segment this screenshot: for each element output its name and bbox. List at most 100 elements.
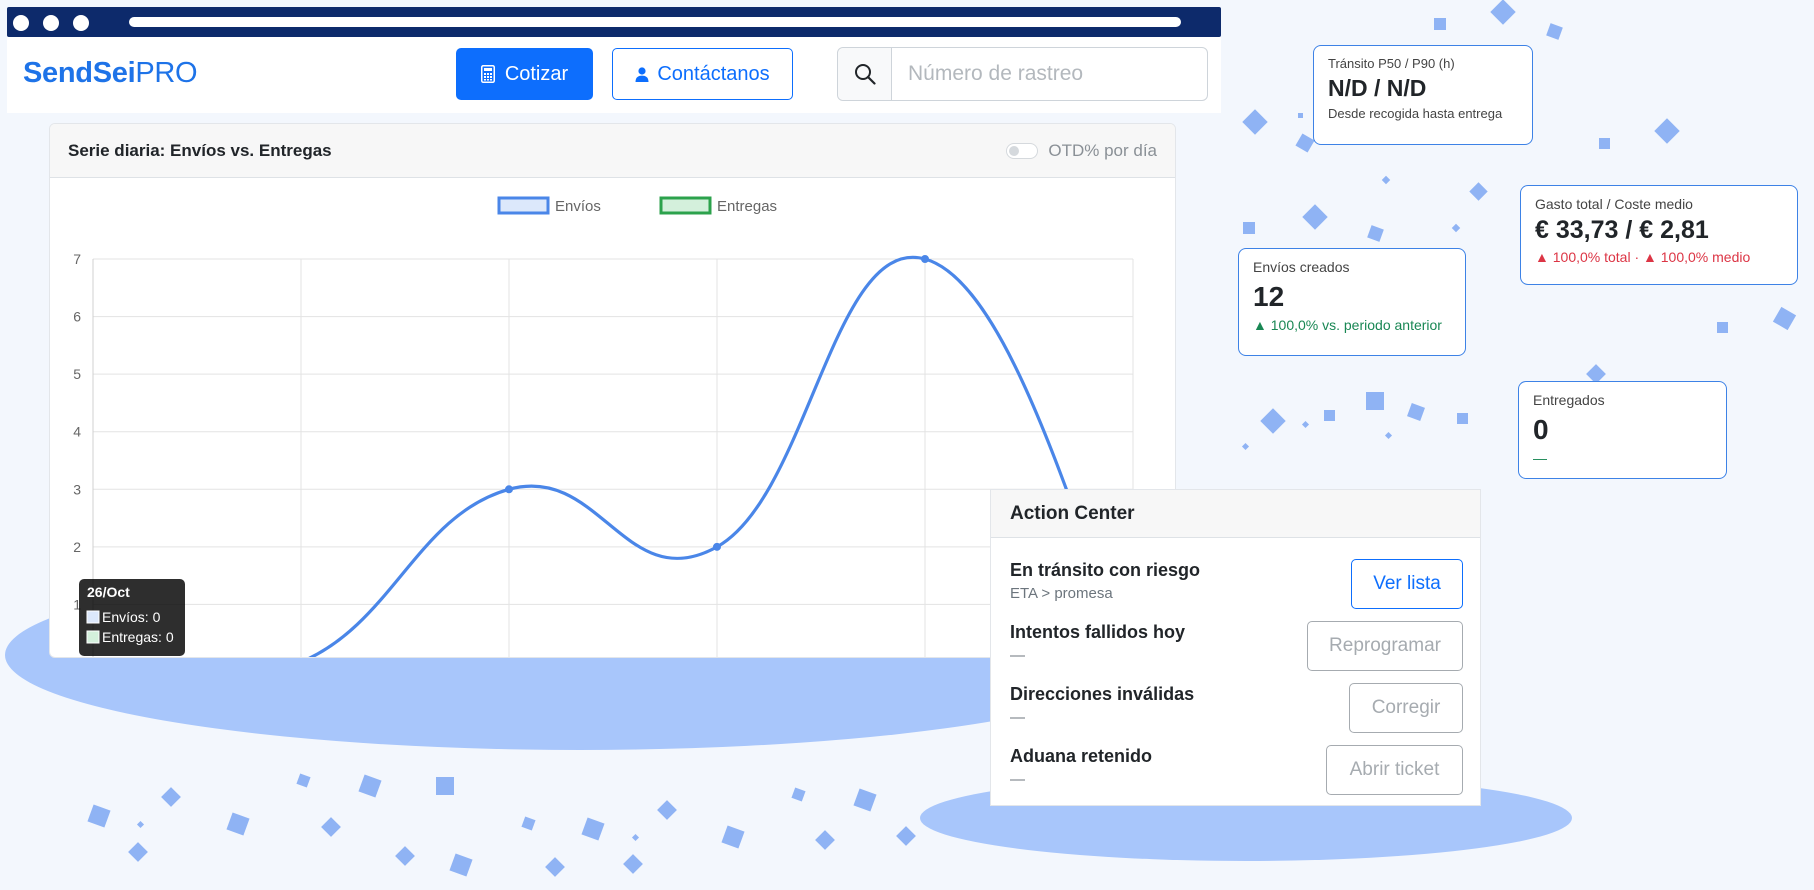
search-icon[interactable] <box>838 48 892 100</box>
browser-title-bar <box>7 7 1221 37</box>
legend-label-entregas: Entregas <box>717 198 777 215</box>
decorative-square <box>1324 410 1335 421</box>
brand-name-bold: SendSei <box>23 57 136 89</box>
fix-button[interactable]: Corregir <box>1349 683 1463 733</box>
contact-button-label: Contáctanos <box>657 62 770 85</box>
tooltip-title: 26/Oct <box>87 584 130 600</box>
reschedule-button[interactable]: Reprogramar <box>1307 621 1463 671</box>
tooltip-swatch-envios <box>86 610 100 624</box>
otd-toggle-label: OTD% por día <box>1048 140 1157 160</box>
contact-button[interactable]: Contáctanos <box>612 48 793 100</box>
y-tick-label: 3 <box>73 481 81 497</box>
tooltip-line-entregas: Entregas: 0 <box>102 629 174 645</box>
decorative-square <box>896 826 916 846</box>
decorative-square <box>321 817 341 837</box>
y-tick-label: 2 <box>73 539 81 555</box>
decorative-square <box>1298 113 1303 118</box>
decorative-square <box>1469 182 1488 201</box>
decorative-square <box>1367 225 1384 242</box>
decorative-square <box>581 817 605 841</box>
tracking-number-input[interactable] <box>892 48 1207 100</box>
legend-label-envios: Envíos <box>555 198 601 215</box>
quote-button-label: Cotizar <box>504 62 569 85</box>
decorative-square <box>1457 413 1468 424</box>
kpi-delivered-sub: — <box>1533 450 1547 466</box>
legend-swatch-entregas <box>659 196 712 215</box>
decorative-square <box>1381 175 1391 185</box>
decorative-square <box>395 846 415 866</box>
kpi-transit-value: N/D / N/D <box>1328 75 1427 101</box>
decorative-square <box>1451 223 1461 233</box>
decorative-square <box>296 773 311 788</box>
decorative-square <box>436 777 454 795</box>
decorative-square <box>815 830 835 850</box>
decorative-square <box>136 820 145 829</box>
decorative-square <box>1490 0 1516 25</box>
legend-swatch-envios <box>497 196 550 215</box>
kpi-delivered-value: 0 <box>1533 414 1549 445</box>
kpi-created-label: Envíos creados <box>1253 259 1350 275</box>
decorative-square <box>1772 306 1797 331</box>
top-navbar: SendSeiPRO Cotizar Contáctanos <box>7 37 1221 113</box>
tooltip-swatch-entregas <box>86 630 100 644</box>
decorative-square <box>657 800 677 820</box>
action-item-at-risk: En tránsito con riesgo ETA > promesa Ver… <box>1010 559 1463 618</box>
action-center-title: Action Center <box>991 490 1480 538</box>
kpi-spend-label: Gasto total / Coste medio <box>1535 196 1693 212</box>
decorative-square <box>853 788 877 812</box>
y-tick-label: 0 <box>73 654 81 658</box>
decorative-square <box>521 816 536 831</box>
y-tick-label: 5 <box>73 366 81 382</box>
decorative-square <box>631 833 640 842</box>
decorative-square <box>791 787 806 802</box>
chart-card-header: Serie diaria: Envíos vs. Entregas OTD% p… <box>50 124 1175 178</box>
decorative-square <box>1243 222 1255 234</box>
decorative-square <box>1295 133 1315 153</box>
window-dot-icon <box>43 15 59 31</box>
decorative-square <box>1241 442 1250 451</box>
kpi-transit-label: Tránsito P50 / P90 (h) <box>1328 56 1455 71</box>
decorative-square <box>1546 23 1563 40</box>
user-icon <box>635 66 649 82</box>
brand-logo[interactable]: SendSeiPRO <box>23 57 198 90</box>
action-center-panel: Action Center En tránsito con riesgo ETA… <box>990 489 1481 806</box>
data-point-envios <box>505 485 513 494</box>
decorative-square <box>128 842 148 862</box>
series-line-envios <box>307 255 1133 657</box>
decorative-square <box>1434 18 1446 30</box>
open-ticket-button[interactable]: Abrir ticket <box>1326 745 1463 795</box>
action-item-customs-held: Aduana retenido — Abrir ticket <box>1010 745 1463 804</box>
decorative-square <box>1301 420 1310 429</box>
data-point-envios <box>713 542 721 551</box>
decorative-square <box>1407 403 1425 421</box>
decorative-square <box>1242 109 1268 135</box>
y-tick-label: 6 <box>73 309 81 325</box>
decorative-square <box>721 825 745 849</box>
tracking-search <box>837 47 1208 101</box>
otd-toggle[interactable]: OTD% por día <box>1006 141 1157 161</box>
window-dot-icon <box>73 15 89 31</box>
decorative-square <box>1384 431 1393 440</box>
kpi-spend-sub: ▲ 100,0% total · ▲ 100,0% medio <box>1535 249 1751 265</box>
chart-title: Serie diaria: Envíos vs. Entregas <box>68 140 332 160</box>
brand-name-light: PRO <box>135 57 198 89</box>
url-bar <box>129 17 1181 27</box>
decorative-square <box>226 812 250 836</box>
decorative-square <box>1654 118 1680 144</box>
decorative-square <box>358 774 382 798</box>
action-item-failed-attempts: Intentos fallidos hoy — Reprogramar <box>1010 621 1463 680</box>
y-tick-label: 7 <box>73 251 81 267</box>
kpi-created-sub: ▲ 100,0% vs. periodo anterior <box>1253 317 1442 333</box>
decorative-square <box>449 853 473 877</box>
kpi-spend-card: Gasto total / Coste medio € 33,73 / € 2,… <box>1520 185 1798 285</box>
kpi-delivered-card: Entregados 0 — <box>1518 381 1727 479</box>
decorative-square <box>545 857 565 877</box>
decorative-square <box>1366 392 1384 410</box>
kpi-delivered-label: Entregados <box>1533 392 1605 408</box>
otd-toggle-switch[interactable] <box>1006 142 1039 159</box>
decorative-square <box>1260 408 1286 434</box>
kpi-transit-card: Tránsito P50 / P90 (h) N/D / N/D Desde r… <box>1313 45 1533 145</box>
quote-button[interactable]: Cotizar <box>456 48 593 100</box>
window-dot-icon <box>13 15 29 31</box>
view-list-button[interactable]: Ver lista <box>1351 559 1463 609</box>
